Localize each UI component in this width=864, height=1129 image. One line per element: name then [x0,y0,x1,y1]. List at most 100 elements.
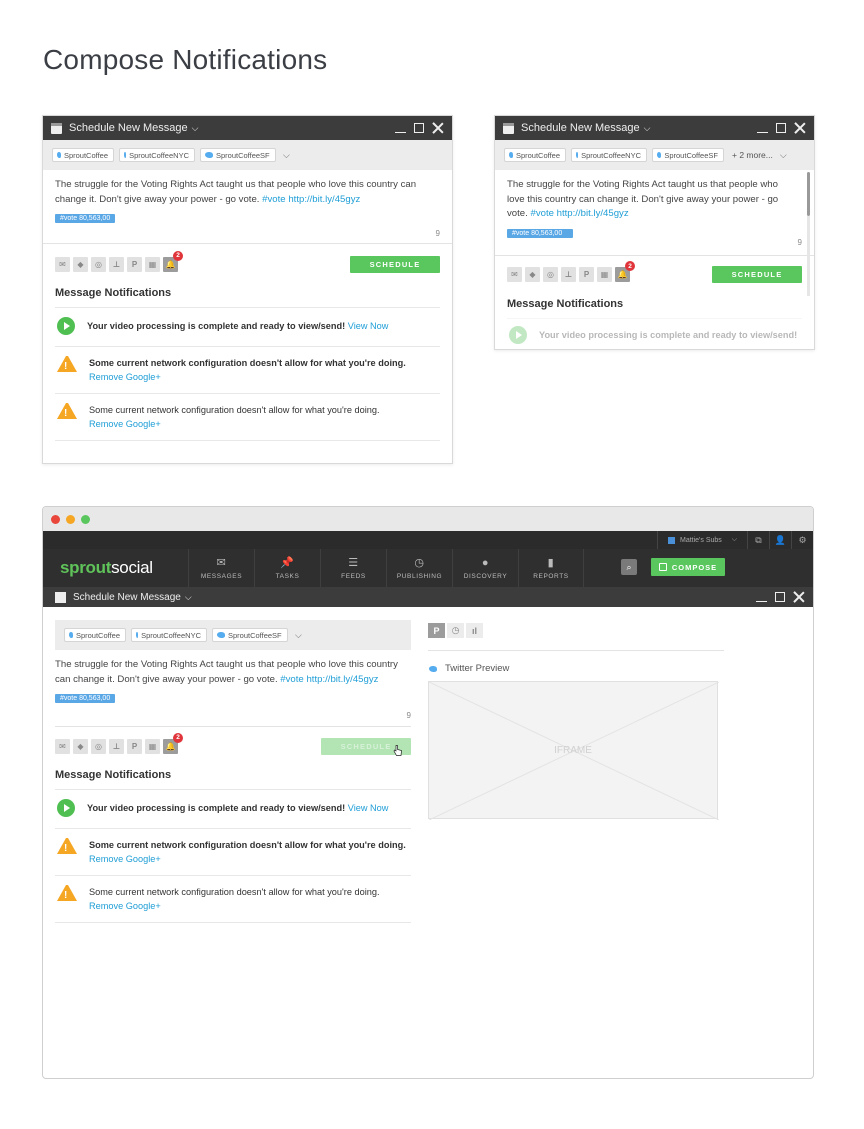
profile-chip[interactable]: SproutCoffeeNYC [119,148,195,162]
close-dot[interactable] [51,514,60,524]
stamp-icon[interactable]: ⊥ [561,267,576,282]
schedule-button[interactable]: SCHEDULE [350,255,440,273]
profile-chip[interactable]: SproutCoffee [64,628,126,642]
stamp-icon[interactable]: ⊥ [109,256,124,272]
scrollbar-thumb[interactable] [807,172,810,216]
sproutsocial-logo[interactable]: sprout social [43,549,188,587]
more-profiles[interactable]: + 2 more... [732,150,773,160]
add-user-icon[interactable]: 👤 [769,531,791,549]
url-link[interactable]: http://bit.ly/45gyz [557,208,629,219]
message-text: The struggle for the Voting Rights Act t… [55,179,417,205]
url-link[interactable]: http://bit.ly/45gyz [306,674,378,685]
tag-icon[interactable]: ◆ [525,267,540,282]
maximize-icon[interactable] [414,123,424,133]
envelope-icon[interactable]: ✉ [55,256,70,272]
pinterest-icon[interactable]: P [579,267,594,282]
close-icon[interactable] [432,122,444,134]
nav-publishing[interactable]: ◷ PUBLISHING [386,549,452,587]
profile-chip[interactable]: SproutCoffeeSF [212,628,288,642]
profile-chip[interactable]: SproutCoffee [504,148,566,162]
close-icon[interactable] [793,591,805,603]
message-textarea[interactable]: The struggle for the Voting Rights Act t… [495,170,814,222]
twitter-bird-icon [69,632,73,638]
schedule-button[interactable]: SCHEDULE [712,266,802,283]
envelope-icon[interactable]: ✉ [507,267,522,282]
bar-chart-icon[interactable]: ıl [466,623,483,638]
maximize-icon[interactable] [775,592,785,602]
target-icon[interactable]: ◎ [91,738,106,754]
stamp-icon[interactable]: ⊥ [109,738,124,754]
tag-pill[interactable]: #vote 80,563,00 [55,694,116,703]
pinterest-icon[interactable]: P [127,738,142,754]
chevron-down-icon[interactable]: ⌵ [185,592,192,603]
pinterest-icon[interactable]: P [428,623,445,638]
nav-feeds[interactable]: ☰ FEEDS [320,549,386,587]
bars-icon: ▮ [547,557,555,569]
copy-icon[interactable]: ⧉ [747,531,769,549]
notifications-title: Message Notifications [507,297,624,310]
nav-discovery[interactable]: ● DISCOVERY [452,549,518,587]
account-switcher[interactable]: Mattie's Subs ⌵ [657,531,747,549]
tag-pill[interactable]: #vote 80,563,00 [507,228,573,238]
hashtag-link[interactable]: #vote [262,194,285,205]
chevron-down-icon[interactable]: ⌵ [644,123,651,134]
chevron-down-icon[interactable]: ⌵ [295,630,302,641]
calendar-icon[interactable]: ▦ [145,738,160,754]
divider [428,650,724,651]
minimize-dot[interactable] [66,514,75,524]
bell-icon[interactable]: 🔔 2 [163,250,183,272]
minimize-icon[interactable] [395,123,406,133]
scrollbar-track[interactable] [807,216,810,296]
profile-chip[interactable]: SproutCoffeeSF [200,148,276,162]
view-now-link[interactable]: View Now [348,803,389,813]
bell-icon[interactable]: 🔔 2 [615,261,635,282]
target-icon[interactable]: ◎ [91,256,106,272]
gear-icon[interactable]: ⚙ [791,531,813,549]
calendar-icon[interactable]: ▦ [145,256,160,272]
hashtag-link[interactable]: #vote [530,208,553,219]
twitter-bird-icon [217,632,225,638]
message-textarea[interactable]: The struggle for the Voting Rights Act t… [55,650,411,687]
maximize-icon[interactable] [776,123,786,133]
remove-google-link[interactable]: Remove Google+ [89,370,406,384]
nav-messages[interactable]: ✉ MESSAGES [188,549,254,587]
message-textarea[interactable]: The struggle for the Voting Rights Act t… [43,170,452,207]
chevron-down-icon[interactable]: ⌵ [780,150,787,161]
close-icon[interactable] [794,122,806,134]
profile-chip[interactable]: SproutCoffeeNYC [131,628,207,642]
tag-icon[interactable]: ◆ [73,738,88,754]
view-now-link[interactable]: View Now [348,321,389,331]
search-icon[interactable]: ⌕ [621,559,637,575]
compose-button[interactable]: COMPOSE [651,558,725,576]
window-titlebar[interactable]: Schedule New Message ⌵ [495,116,814,140]
clock-icon[interactable]: ◷ [447,623,464,638]
target-icon[interactable]: ◎ [543,267,558,282]
pinterest-icon[interactable]: P [127,256,142,272]
zoom-dot[interactable] [81,514,90,524]
remove-google-link[interactable]: Remove Google+ [89,417,380,431]
chevron-down-icon[interactable]: ⌵ [192,123,199,134]
profile-chip[interactable]: SproutCoffeeNYC [571,148,647,162]
page-title: Compose Notifications [43,44,328,75]
tag-icon[interactable]: ◆ [73,256,88,272]
nav-reports[interactable]: ▮ REPORTS [518,549,584,587]
minimize-icon[interactable] [757,123,768,133]
profile-chip[interactable]: SproutCoffee [52,148,114,162]
hashtag-link[interactable]: #vote [280,674,303,685]
minimize-icon[interactable] [756,592,767,602]
url-link[interactable]: http://bit.ly/45gyz [288,194,360,205]
tag-pill[interactable]: #vote 80,563,00 [55,214,116,223]
profile-chip[interactable]: SproutCoffeeSF [652,148,724,162]
warning-icon: ! [57,356,77,372]
iframe-label: IFRAME [554,745,592,756]
window-titlebar[interactable]: Schedule New Message ⌵ [43,116,452,140]
notification-badge: 2 [625,261,635,271]
window-titlebar[interactable]: Schedule New Message ⌵ [43,587,813,607]
bell-icon[interactable]: 🔔 2 [163,732,183,754]
nav-tasks[interactable]: 📌 TASKS [254,549,320,587]
envelope-icon[interactable]: ✉ [55,738,70,754]
remove-google-link[interactable]: Remove Google+ [89,852,406,866]
calendar-icon[interactable]: ▦ [597,267,612,282]
chevron-down-icon[interactable]: ⌵ [283,150,290,161]
remove-google-link[interactable]: Remove Google+ [89,899,380,913]
